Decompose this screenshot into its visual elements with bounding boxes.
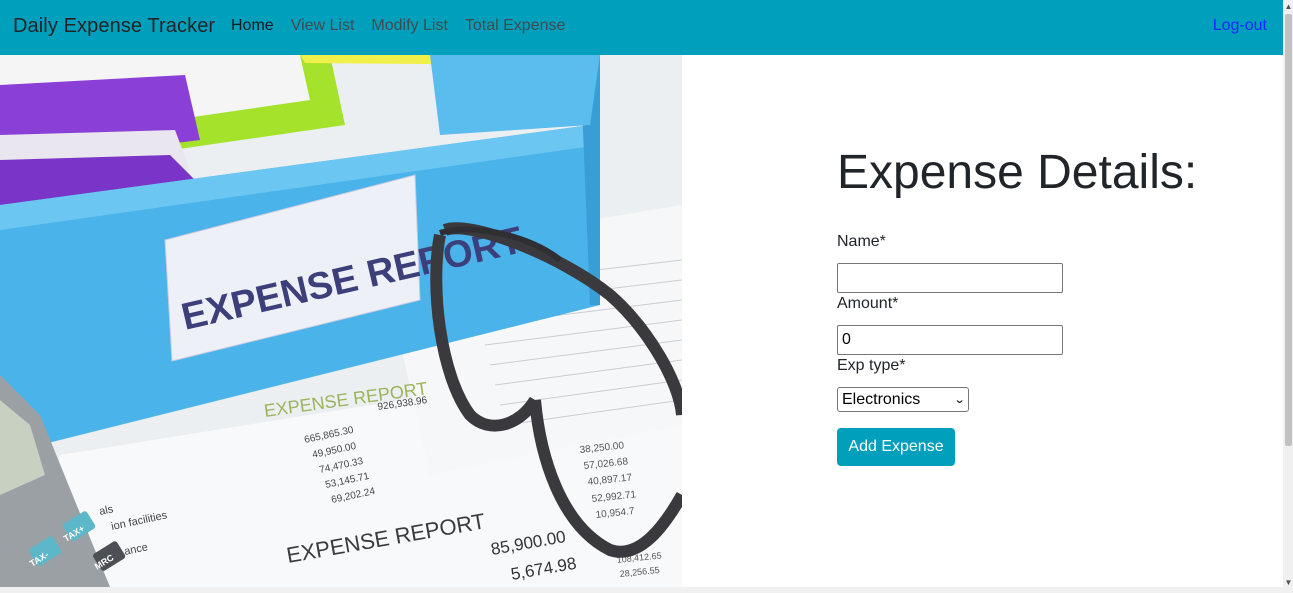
expense-report-image: EXPENSE REPORT EXPENSE REPORT EXPENSE RE…: [0, 55, 682, 587]
scroll-down-arrow-icon[interactable]: ▼: [1284, 579, 1293, 587]
exp-type-label: Exp type*: [837, 357, 906, 374]
form-title: Expense Details:: [837, 146, 1198, 199]
nav-links: Home View List Modify List Total Expense: [231, 17, 582, 35]
add-expense-button[interactable]: Add Expense: [837, 428, 955, 466]
exp-type-selected-value: Electronics: [842, 390, 921, 408]
nav-total-expense-link[interactable]: Total Expense: [465, 17, 566, 35]
name-label: Name*: [837, 233, 886, 250]
nav-home-link[interactable]: Home: [231, 17, 274, 35]
chevron-down-icon: ⌄: [953, 394, 966, 406]
app-window: Daily Expense Tracker Home View List Mod…: [0, 0, 1293, 593]
logout-link[interactable]: Log-out: [1213, 17, 1267, 35]
amount-label: Amount*: [837, 295, 899, 312]
expense-form: Expense Details: Name* Amount* Exp type*…: [682, 55, 1283, 587]
scroll-up-arrow-icon[interactable]: ▲: [1284, 3, 1293, 11]
scrollbar-thumb[interactable]: [1285, 14, 1292, 446]
amount-input[interactable]: [837, 325, 1063, 355]
navbar: Daily Expense Tracker Home View List Mod…: [0, 0, 1283, 55]
exp-type-select[interactable]: Electronics ⌄: [837, 387, 969, 412]
name-input[interactable]: [837, 263, 1063, 293]
bottom-edge: [0, 587, 1283, 593]
nav-view-list-link[interactable]: View List: [291, 17, 355, 35]
nav-modify-list-link[interactable]: Modify List: [371, 17, 447, 35]
brand-link[interactable]: Daily Expense Tracker: [13, 15, 215, 38]
vertical-scrollbar[interactable]: ▲ ▼: [1283, 0, 1293, 593]
